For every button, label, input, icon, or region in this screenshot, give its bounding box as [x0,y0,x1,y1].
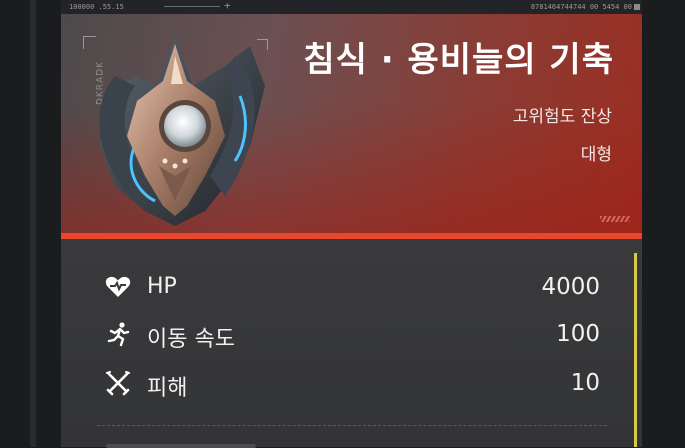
top-strip-right-text: 8781464744744 00 5454 00 [530,3,632,11]
size-class: 대형 [580,145,612,165]
boss-name: 침식 · 용비늘의 기축 [303,40,614,80]
divider [97,425,607,426]
stat-value: 100 [556,321,600,347]
plus-icon: + [224,0,231,12]
crossed-swords-icon [106,371,130,396]
top-strip-left-text: 100000 .55.15 [69,3,124,11]
running-icon [107,322,130,347]
top-strip-line [164,6,220,7]
stat-label: 피해 [147,376,188,401]
heart-icon [105,276,131,297]
left-divider [30,0,36,447]
threat-level: 고위험도 잔상 [512,107,612,127]
top-strip: 100000 .55.15 + 8781464744744 00 5454 00 [61,0,642,14]
square-icon [634,4,640,10]
stat-row-hp: HP 4000 [61,271,642,305]
stats-panel: HP 4000 이동 속도 100 피해 10 [61,239,642,448]
stat-row-move-speed: 이동 속도 100 [61,318,642,352]
stat-label: HP [147,274,177,299]
boss-header: ꓘꓷꓯꓤꓘꓷ 침식 · 용비늘의 기축 고위험도 잔상 대형 [61,14,642,234]
highlight-bar [634,253,637,447]
stat-row-damage: 피해 10 [61,367,642,401]
stat-value: 10 [570,370,600,396]
stat-value: 4000 [541,274,600,300]
boss-portrait [99,36,265,226]
hatch-decoration [600,216,630,222]
bottom-tab [106,444,256,448]
stat-label: 이동 속도 [147,327,235,352]
